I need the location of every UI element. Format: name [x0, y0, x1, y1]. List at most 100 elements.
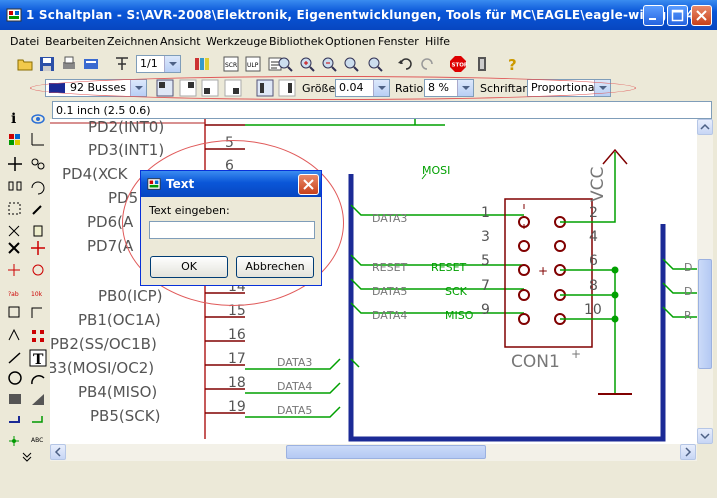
con-pin-number: 5	[481, 253, 490, 269]
zoom-out-icon[interactable]	[320, 55, 338, 73]
wire-icon[interactable]	[8, 352, 21, 364]
zoom-in-icon[interactable]	[298, 55, 316, 73]
eagle-app-icon[interactable]	[6, 7, 22, 23]
horizontal-scroll-thumb[interactable]	[286, 445, 486, 459]
junction-icon[interactable]	[9, 436, 19, 446]
cut-icon[interactable]	[8, 225, 20, 237]
invoke-icon[interactable]	[32, 330, 44, 342]
scroll-left-button[interactable]	[50, 444, 66, 460]
undo-icon[interactable]	[396, 55, 414, 73]
main-toolbar: 1/1 SCR ULP STOP ?	[0, 52, 717, 76]
paste-icon[interactable]	[33, 225, 43, 237]
arc-icon[interactable]	[31, 375, 45, 385]
layer-select[interactable]: 92 Busses	[45, 79, 147, 97]
horizontal-scrollbar[interactable]	[50, 444, 697, 461]
menu-zeichnen[interactable]: Zeichnen	[107, 35, 158, 48]
pin-label: PD4(XCK	[62, 165, 129, 183]
ratio-select[interactable]: 8 %	[424, 79, 474, 97]
move-icon[interactable]	[8, 157, 22, 171]
align-top-right-icon[interactable]	[179, 79, 197, 97]
ok-button[interactable]: OK	[150, 256, 228, 278]
delete-icon[interactable]	[8, 242, 20, 254]
rect-icon[interactable]	[9, 394, 21, 404]
value-icon[interactable]: 10k	[31, 291, 43, 298]
help-icon[interactable]: ?	[503, 55, 521, 73]
stop-icon[interactable]: STOP	[449, 55, 467, 73]
maximize-button[interactable]	[667, 5, 688, 26]
net-label-mosi: MOSI	[422, 164, 450, 177]
coordinate-display[interactable]: 0.1 inch (2.5 0.6)	[52, 101, 712, 119]
open-folder-icon[interactable]	[16, 55, 34, 73]
group-icon[interactable]	[8, 202, 21, 215]
info-icon[interactable]: i	[11, 111, 16, 127]
zoom-redraw-icon[interactable]	[342, 55, 360, 73]
sheet-select[interactable]: 1/1	[136, 55, 181, 73]
con-pin-number: 1	[481, 205, 490, 221]
board-switch-icon[interactable]	[113, 55, 131, 73]
layer-color-swatch	[49, 83, 65, 93]
size-select[interactable]: 0.04	[335, 79, 390, 97]
rotate-icon[interactable]	[31, 181, 45, 195]
add-icon[interactable]	[31, 241, 45, 255]
mark-icon[interactable]	[31, 133, 44, 146]
change-icon[interactable]	[32, 205, 42, 215]
text-input[interactable]	[149, 221, 315, 239]
net-icon[interactable]	[32, 416, 43, 423]
replace-icon[interactable]: ?ab	[8, 291, 19, 298]
smash-icon[interactable]	[8, 306, 20, 318]
save-icon[interactable]	[38, 55, 56, 73]
dialog-title-bar: Text	[141, 171, 321, 197]
circle-icon[interactable]	[8, 371, 22, 385]
miter-icon[interactable]	[31, 307, 42, 318]
close-button[interactable]	[691, 5, 712, 26]
copy-icon[interactable]	[31, 158, 45, 170]
vertical-scrollbar[interactable]	[697, 119, 713, 444]
library-icon[interactable]	[193, 55, 211, 73]
align-bottom-left-icon[interactable]	[201, 79, 219, 97]
menu-bearbeiten[interactable]: Bearbeiten	[45, 35, 105, 48]
script-icon[interactable]: SCR	[222, 55, 240, 73]
text-icon[interactable]: T	[29, 349, 47, 368]
label-icon[interactable]: ABC	[31, 437, 43, 444]
more-tools-icon[interactable]	[22, 452, 32, 462]
gateswap-icon[interactable]	[32, 264, 44, 276]
menu-ansicht[interactable]: Ansicht	[160, 35, 201, 48]
go-icon[interactable]	[473, 55, 491, 73]
menu-optionen[interactable]: Optionen	[325, 35, 375, 48]
menu-hilfe[interactable]: Hilfe	[425, 35, 450, 48]
scroll-right-button[interactable]	[680, 444, 696, 460]
pin-number: 17	[228, 351, 246, 367]
menu-fenster[interactable]: Fenster	[378, 35, 419, 48]
menu-werkzeuge[interactable]: Werkzeuge	[206, 35, 267, 48]
redo-icon[interactable]	[419, 55, 437, 73]
ulp-icon[interactable]: ULP	[244, 55, 262, 73]
dialog-close-button[interactable]	[298, 174, 319, 195]
align-top-left-icon[interactable]	[156, 79, 174, 97]
vertical-scroll-thumb[interactable]	[698, 259, 712, 369]
split-icon[interactable]	[8, 328, 20, 341]
minimize-button[interactable]	[643, 5, 664, 26]
cam-processor-icon[interactable]	[82, 55, 100, 73]
pin-number: 19	[228, 399, 246, 415]
polygon-icon[interactable]	[32, 394, 44, 405]
bus-icon[interactable]	[9, 416, 20, 423]
zoom-fit-icon[interactable]	[276, 55, 294, 73]
align-bottom-right-icon[interactable]	[224, 79, 242, 97]
mirror-icon[interactable]	[8, 181, 22, 191]
cancel-button[interactable]: Abbrechen	[236, 256, 314, 278]
scroll-down-button[interactable]	[697, 428, 713, 444]
menu-bar: Datei Bearbeiten Zeichnen Ansicht Werkze…	[0, 30, 717, 52]
print-icon[interactable]	[60, 55, 78, 73]
show-icon[interactable]	[31, 114, 45, 124]
ratio-label: Ratio:	[395, 82, 427, 95]
menu-bibliothek[interactable]: Bibliothek	[269, 35, 324, 48]
font-select[interactable]: Proportional	[527, 79, 611, 97]
zoom-select-icon[interactable]	[366, 55, 384, 73]
pinswap-icon[interactable]	[8, 264, 20, 276]
mirror-off-icon[interactable]	[256, 79, 274, 97]
display-layers-icon[interactable]	[9, 134, 20, 145]
vcc-label: VCC	[588, 167, 608, 202]
mirror-on-icon[interactable]	[278, 79, 296, 97]
scroll-up-button[interactable]	[697, 119, 713, 135]
menu-datei[interactable]: Datei	[10, 35, 39, 48]
